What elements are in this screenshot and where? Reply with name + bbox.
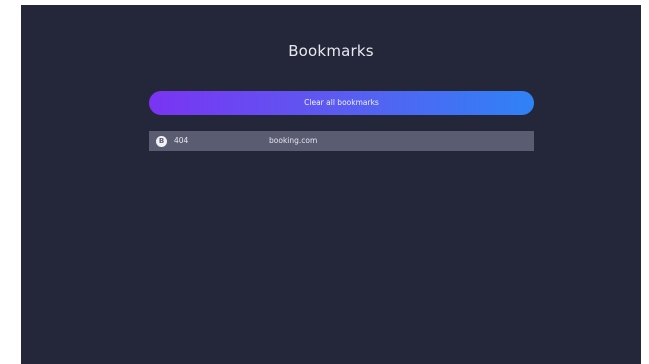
clear-all-bookmarks-button[interactable]: Clear all bookmarks bbox=[149, 91, 534, 115]
bookmarks-screen: Bookmarks Clear all bookmarks B 404 book… bbox=[21, 5, 641, 364]
page-title: Bookmarks bbox=[288, 42, 374, 60]
bookmark-item[interactable]: B 404 booking.com bbox=[149, 131, 534, 151]
bookmark-url: booking.com bbox=[269, 136, 318, 145]
booking-favicon-icon: B bbox=[156, 135, 167, 147]
bookmark-list: B 404 booking.com bbox=[149, 131, 534, 151]
bookmark-title: 404 bbox=[174, 136, 189, 145]
